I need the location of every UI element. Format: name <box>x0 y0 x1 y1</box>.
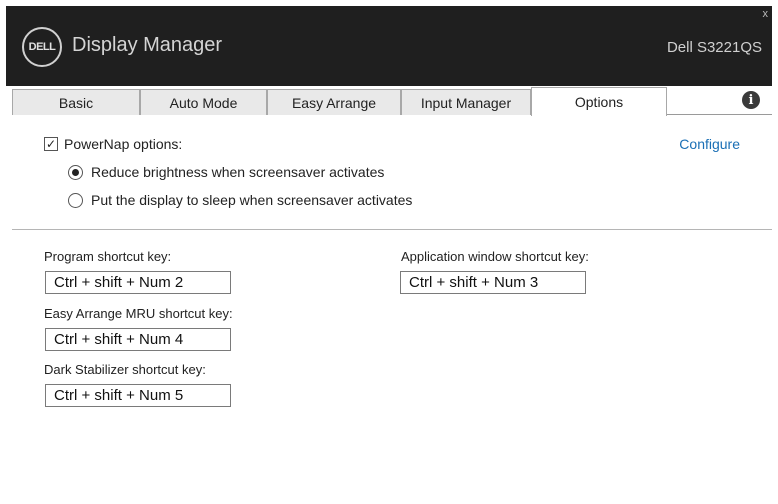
easy-arrange-mru-shortcut-label: Easy Arrange MRU shortcut key: <box>44 306 233 321</box>
radio-reduce-brightness[interactable]: Reduce brightness when screensaver activ… <box>68 164 384 180</box>
close-button[interactable]: x <box>763 8 769 20</box>
radio-button-selected[interactable] <box>68 164 83 180</box>
tab-easy-arrange[interactable]: Easy Arrange <box>267 89 401 115</box>
tab-basic[interactable]: Basic <box>12 89 140 115</box>
title-bar: DELL Display Manager Dell S3221QS x <box>6 6 772 86</box>
configure-link[interactable]: Configure <box>679 136 740 152</box>
tab-input-manager[interactable]: Input Manager <box>401 89 531 115</box>
powernap-checkbox-row[interactable]: ✓ PowerNap options: <box>44 136 182 152</box>
options-panel: ✓ PowerNap options: Configure Reduce bri… <box>12 116 772 504</box>
dark-stabilizer-shortcut-input[interactable]: Ctrl + shift + Num 5 <box>45 384 231 407</box>
radio-label-reduce-brightness: Reduce brightness when screensaver activ… <box>91 164 385 180</box>
radio-label-display-sleep: Put the display to sleep when screensave… <box>91 192 413 208</box>
section-divider <box>12 229 772 230</box>
easy-arrange-mru-shortcut-input[interactable]: Ctrl + shift + Num 4 <box>45 328 231 351</box>
program-shortcut-label: Program shortcut key: <box>44 249 172 264</box>
info-icon[interactable]: i <box>742 91 760 109</box>
powernap-checkbox[interactable]: ✓ <box>44 137 58 151</box>
tab-auto-mode[interactable]: Auto Mode <box>140 89 267 115</box>
tab-options[interactable]: Options <box>531 87 667 116</box>
application-window-shortcut-input[interactable]: Ctrl + shift + Num 3 <box>400 271 586 294</box>
app-title: Display Manager <box>72 34 223 56</box>
application-window-shortcut-label: Application window shortcut key: <box>401 249 589 264</box>
dell-logo: DELL <box>22 27 62 67</box>
tab-bar: Basic Auto Mode Easy Arrange Input Manag… <box>12 87 772 116</box>
radio-button[interactable] <box>68 192 83 208</box>
powernap-label: PowerNap options: <box>64 136 183 152</box>
dark-stabilizer-shortcut-label: Dark Stabilizer shortcut key: <box>44 362 206 377</box>
monitor-model: Dell S3221QS <box>666 39 762 56</box>
program-shortcut-input[interactable]: Ctrl + shift + Num 2 <box>45 271 231 294</box>
radio-display-sleep[interactable]: Put the display to sleep when screensave… <box>68 192 412 208</box>
